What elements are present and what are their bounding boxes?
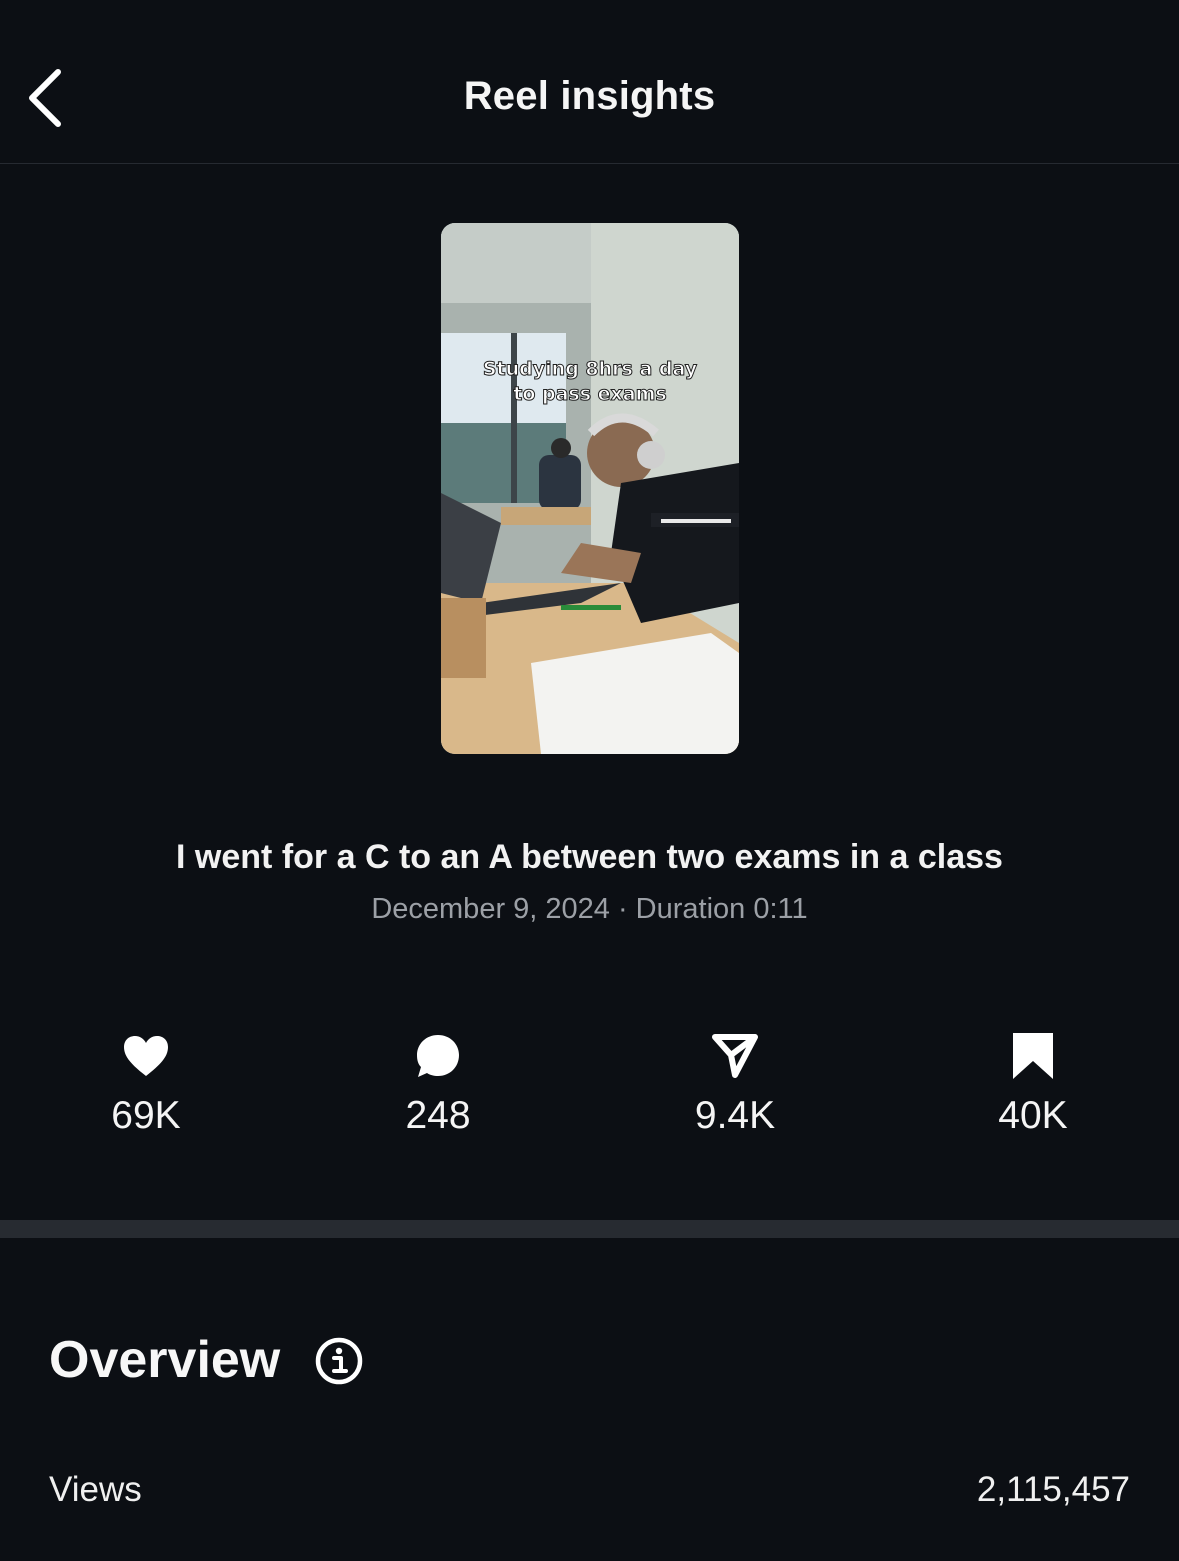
overview-title: Overview [49, 1331, 281, 1389]
overlay-line-1: Studying 8hrs a day [482, 358, 698, 381]
share-icon [712, 1034, 758, 1078]
page-title: Reel insights [463, 74, 716, 118]
reel-caption: I went for a C to an A between two exams… [176, 838, 1003, 876]
shares-stat: 9.4K [635, 1028, 835, 1138]
comment-icon [417, 1035, 459, 1077]
reel-meta: December 9, 2024 · Duration 0:11 [371, 893, 808, 925]
likes-count: 69K [111, 1094, 181, 1137]
thumbnail-overlay-text: Studying 8hrs a day to pass exams [441, 357, 739, 407]
comments-stat: 248 [338, 1028, 538, 1138]
views-value: 2,115,457 [976, 1470, 1130, 1509]
top-bar: Reel insights [0, 0, 1179, 164]
views-label: Views [49, 1470, 142, 1509]
saves-stat: 40K [933, 1028, 1133, 1138]
bookmark-icon [1013, 1033, 1053, 1079]
overlay-line-2: to pass exams [513, 383, 667, 406]
thumbnail-image [441, 223, 739, 754]
section-divider [0, 1220, 1179, 1238]
likes-stat: 69K [46, 1028, 246, 1138]
info-icon [315, 1337, 363, 1385]
saves-count: 40K [998, 1094, 1068, 1137]
shares-count: 9.4K [694, 1094, 776, 1137]
comments-count: 248 [405, 1094, 471, 1137]
heart-icon [124, 1036, 168, 1076]
overview-info-button[interactable] [314, 1336, 364, 1386]
reel-thumbnail[interactable]: Studying 8hrs a day to pass exams [441, 223, 739, 754]
